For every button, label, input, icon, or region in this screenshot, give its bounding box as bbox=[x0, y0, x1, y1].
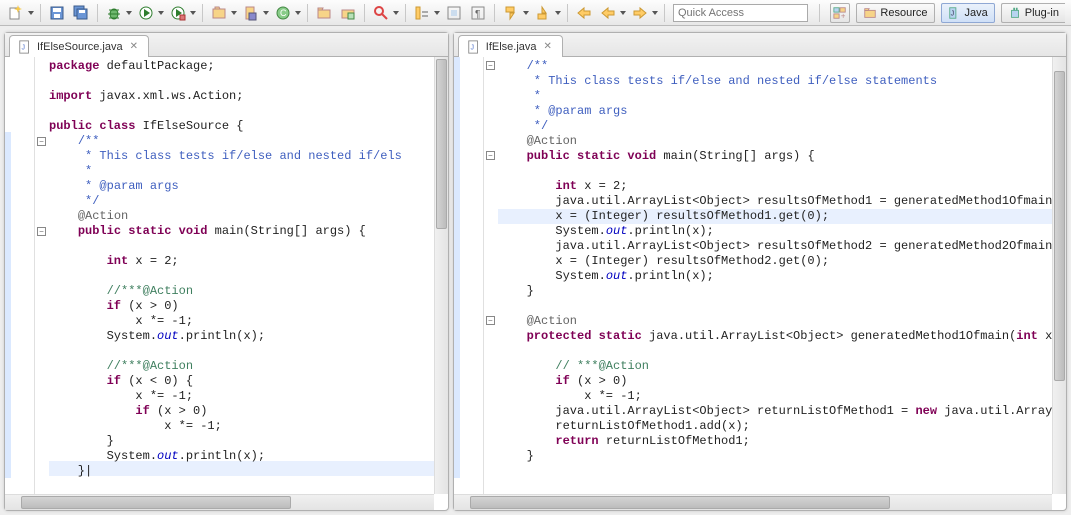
forward-button[interactable] bbox=[629, 2, 651, 24]
editor-pane-right: J IfElse.java ✕ −−− /** * This class tes… bbox=[453, 32, 1067, 511]
horizontal-scrollbar[interactable] bbox=[454, 494, 1052, 510]
new-java-package-button[interactable] bbox=[208, 2, 230, 24]
dropdown-arrow[interactable] bbox=[392, 2, 399, 24]
search-button[interactable] bbox=[370, 2, 392, 24]
svg-text:J: J bbox=[470, 44, 474, 51]
perspective-label: Java bbox=[965, 7, 988, 19]
new-wizard-button[interactable] bbox=[5, 2, 27, 24]
java-file-icon: J bbox=[467, 40, 481, 54]
perspective-java[interactable]: J Java bbox=[941, 3, 995, 23]
perspective-plugin[interactable]: Plug-in bbox=[1001, 3, 1065, 23]
open-perspective-button[interactable]: + bbox=[830, 3, 850, 23]
close-icon[interactable]: ✕ bbox=[542, 41, 554, 52]
new-java-project-button[interactable] bbox=[240, 2, 262, 24]
editor-tab-ifelse[interactable]: J IfElse.java ✕ bbox=[458, 35, 563, 57]
close-icon[interactable]: ✕ bbox=[128, 41, 140, 52]
editor-body: −−− /** * This class tests if/else and n… bbox=[454, 57, 1066, 510]
quick-access-input[interactable] bbox=[673, 4, 808, 22]
save-button[interactable] bbox=[46, 2, 68, 24]
next-annotation-button[interactable] bbox=[500, 2, 522, 24]
tab-label: IfElseSource.java bbox=[37, 41, 123, 53]
debug-button[interactable] bbox=[103, 2, 125, 24]
svg-text:J: J bbox=[950, 10, 954, 17]
editor-tab-ifelsesource[interactable]: J IfElseSource.java ✕ bbox=[9, 35, 149, 57]
show-whitespace-button[interactable]: ¶ bbox=[467, 2, 489, 24]
dropdown-arrow[interactable] bbox=[619, 2, 626, 24]
back-button[interactable] bbox=[597, 2, 619, 24]
svg-text:C: C bbox=[280, 8, 287, 18]
open-type-button[interactable] bbox=[313, 2, 335, 24]
dropdown-arrow[interactable] bbox=[262, 2, 269, 24]
editor-body: −− package defaultPackage; import javax.… bbox=[5, 57, 448, 510]
open-type-hierarchy-button[interactable] bbox=[337, 2, 359, 24]
vertical-scrollbar[interactable] bbox=[434, 57, 448, 494]
run-last-button[interactable] bbox=[167, 2, 189, 24]
folding-column: −−− bbox=[484, 57, 498, 494]
toggle-block-selection-button[interactable] bbox=[443, 2, 465, 24]
dropdown-arrow[interactable] bbox=[125, 2, 132, 24]
new-java-class-button[interactable]: C bbox=[272, 2, 294, 24]
folding-column: −− bbox=[35, 57, 49, 494]
line-gutter bbox=[5, 57, 35, 494]
line-gutter bbox=[454, 57, 484, 494]
svg-text:+: + bbox=[841, 11, 846, 20]
java-file-icon: J bbox=[18, 40, 32, 54]
tab-bar: J IfElseSource.java ✕ bbox=[5, 33, 448, 57]
code-area[interactable]: /** * This class tests if/else and neste… bbox=[498, 57, 1052, 494]
save-all-button[interactable] bbox=[70, 2, 92, 24]
svg-text:J: J bbox=[22, 44, 26, 51]
dropdown-arrow[interactable] bbox=[294, 2, 301, 24]
perspective-label: Resource bbox=[880, 7, 927, 19]
toggle-mark-occurrences-button[interactable] bbox=[411, 2, 433, 24]
editor-pane-left: J IfElseSource.java ✕ −− package default… bbox=[4, 32, 449, 511]
dropdown-arrow[interactable] bbox=[27, 2, 34, 24]
perspective-resource[interactable]: Resource bbox=[856, 3, 934, 23]
dropdown-arrow[interactable] bbox=[189, 2, 196, 24]
perspective-label: Plug-in bbox=[1025, 7, 1059, 19]
svg-text:¶: ¶ bbox=[475, 9, 480, 20]
horizontal-scrollbar[interactable] bbox=[5, 494, 434, 510]
main-toolbar: C ¶ + Resource J Java Plug-in bbox=[0, 0, 1071, 26]
dropdown-arrow[interactable] bbox=[651, 2, 658, 24]
vertical-scrollbar[interactable] bbox=[1052, 57, 1066, 494]
run-button[interactable] bbox=[135, 2, 157, 24]
tab-bar: J IfElse.java ✕ bbox=[454, 33, 1066, 57]
editor-area: J IfElseSource.java ✕ −− package default… bbox=[0, 26, 1071, 515]
dropdown-arrow[interactable] bbox=[433, 2, 440, 24]
prev-annotation-button[interactable] bbox=[532, 2, 554, 24]
last-edit-location-button[interactable] bbox=[573, 2, 595, 24]
dropdown-arrow[interactable] bbox=[522, 2, 529, 24]
tab-label: IfElse.java bbox=[486, 41, 537, 53]
dropdown-arrow[interactable] bbox=[554, 2, 561, 24]
dropdown-arrow[interactable] bbox=[157, 2, 164, 24]
code-area[interactable]: package defaultPackage; import javax.xml… bbox=[49, 57, 434, 494]
dropdown-arrow[interactable] bbox=[230, 2, 237, 24]
